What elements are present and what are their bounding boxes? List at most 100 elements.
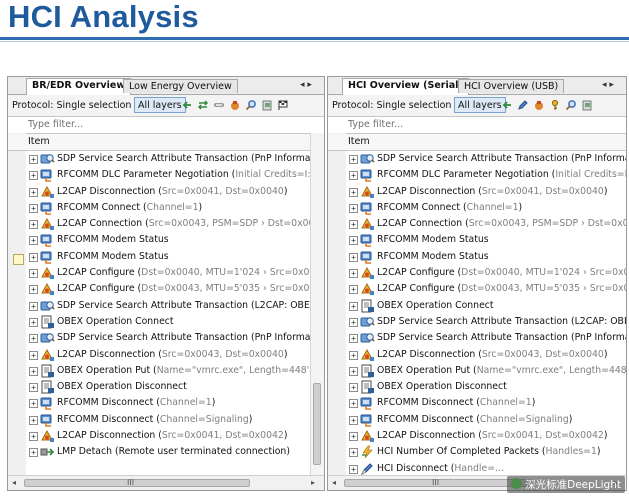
type-filter-input[interactable]: Type filter...: [8, 116, 324, 134]
expand-toggle-icon[interactable]: +: [29, 155, 38, 164]
protocol-dropdown[interactable]: Protocol: Single selection▼: [12, 99, 140, 112]
column-header-item[interactable]: Item: [328, 134, 626, 151]
scroll-right-icon[interactable]: ▸: [311, 478, 315, 487]
list-item[interactable]: + RFCOMM Modem Status: [346, 232, 626, 248]
list-item[interactable]: + HCI Number Of Completed Packets (Handle…: [346, 444, 626, 460]
list-item[interactable]: + SDP Service Search Attribute Transactio…: [26, 298, 310, 314]
tab-scroll-arrows[interactable]: ◂ ▸: [300, 80, 312, 91]
list-item[interactable]: + RFCOMM DLC Parameter Negotiation (Initi…: [346, 167, 626, 183]
list-item[interactable]: + RFCOMM Disconnect (Channel=Signaling): [26, 412, 310, 428]
list-item[interactable]: + OBEX Operation Connect: [26, 314, 310, 330]
expand-toggle-icon[interactable]: +: [29, 171, 38, 181]
list-item[interactable]: + L2CAP Disconnection (Src=0x0041, Dst=0x…: [346, 184, 626, 200]
expand-toggle-icon[interactable]: +: [349, 399, 358, 409]
expand-toggle-icon[interactable]: +: [349, 155, 358, 164]
expand-toggle-icon[interactable]: +: [29, 187, 38, 197]
list-item[interactable]: + SDP Service Search Attribute Transactio…: [346, 151, 626, 167]
list-item[interactable]: + HCI Disconnect (Handle=…: [346, 461, 626, 475]
list-item[interactable]: + L2CAP Disconnection (Src=0x0043, Dst=0x…: [26, 347, 310, 363]
tag-icon[interactable]: [533, 99, 545, 111]
export-icon[interactable]: [261, 99, 273, 111]
list-item[interactable]: + SDP Service Search Attribute Transactio…: [346, 330, 626, 346]
key-icon[interactable]: [549, 99, 561, 111]
swap-arrows-icon[interactable]: [197, 99, 209, 111]
vertical-scrollbar[interactable]: [310, 133, 324, 475]
expand-toggle-icon[interactable]: +: [349, 269, 358, 279]
list-item[interactable]: + OBEX Operation Put (Name="vmrc.exe", Le…: [346, 363, 626, 379]
search-icon[interactable]: [565, 99, 577, 111]
list-item[interactable]: + L2CAP Configure (Dst=0x0043, MTU=5'035 …: [26, 281, 310, 297]
list-item[interactable]: + L2CAP Configure (Dst=0x0043, MTU=5'035 …: [346, 281, 626, 297]
flag-icon[interactable]: [277, 99, 289, 111]
list-item[interactable]: + RFCOMM Disconnect (Channel=1): [346, 395, 626, 411]
expand-toggle-icon[interactable]: +: [349, 350, 358, 360]
note-marker[interactable]: [13, 254, 24, 265]
list-item[interactable]: + RFCOMM Modem Status: [346, 249, 626, 265]
back-arrow-icon[interactable]: [501, 99, 513, 111]
list-item[interactable]: + RFCOMM Connect (Channel=1): [346, 200, 626, 216]
pencil-icon[interactable]: [517, 99, 529, 111]
expand-toggle-icon[interactable]: +: [349, 203, 358, 213]
list-item[interactable]: + RFCOMM Disconnect (Channel=1): [26, 395, 310, 411]
list-item[interactable]: + RFCOMM Modem Status: [26, 249, 310, 265]
back-arrow-icon[interactable]: [181, 99, 193, 111]
protocol-dropdown[interactable]: Protocol: Single selection▼: [332, 99, 460, 112]
export-icon[interactable]: [581, 99, 593, 111]
expand-toggle-icon[interactable]: +: [349, 252, 358, 262]
expand-toggle-icon[interactable]: +: [29, 236, 38, 246]
expand-toggle-icon[interactable]: +: [349, 285, 358, 295]
list-item[interactable]: + OBEX Operation Put (Name="vmrc.exe", Le…: [26, 363, 310, 379]
horizontal-scrollbar[interactable]: ◂ III ▸: [8, 475, 324, 490]
scroll-left-icon[interactable]: ◂: [12, 478, 16, 487]
list-item[interactable]: + L2CAP Connection (Src=0x0043, PSM=SDP ›…: [346, 216, 626, 232]
tab-hci-overview-serial[interactable]: HCI Overview (Serial): [342, 78, 469, 95]
list-item[interactable]: + L2CAP Disconnection (Src=0x0041, Dst=0x…: [26, 184, 310, 200]
hscrollbar-thumb[interactable]: [24, 479, 250, 487]
link-icon[interactable]: [213, 99, 225, 111]
expand-toggle-icon[interactable]: +: [349, 220, 358, 230]
expand-toggle-icon[interactable]: +: [349, 464, 358, 474]
list-item[interactable]: + LMP Detach (Remote user terminated conn…: [26, 444, 310, 460]
list-item[interactable]: + L2CAP Disconnection (Src=0x0041, Dst=0x…: [346, 428, 626, 444]
tab-br-edr-overview[interactable]: BR/EDR Overview: [26, 78, 132, 95]
all-layers-button[interactable]: All layers: [134, 97, 186, 113]
list-item[interactable]: + OBEX Operation Connect: [346, 298, 626, 314]
expand-toggle-icon[interactable]: +: [29, 301, 38, 311]
expand-toggle-icon[interactable]: +: [29, 334, 38, 344]
type-filter-input[interactable]: Type filter...: [328, 116, 626, 134]
expand-toggle-icon[interactable]: +: [349, 171, 358, 181]
expand-toggle-icon[interactable]: +: [29, 399, 38, 409]
tab-hci-overview-usb[interactable]: HCI Overview (USB): [458, 79, 565, 93]
scrollbar-thumb[interactable]: [313, 383, 321, 465]
list-item[interactable]: + RFCOMM Modem Status: [26, 232, 310, 248]
expand-toggle-icon[interactable]: +: [29, 269, 38, 279]
list-item[interactable]: + RFCOMM DLC Parameter Negotiation (Initi…: [26, 167, 310, 183]
expand-toggle-icon[interactable]: +: [349, 187, 358, 197]
list-item[interactable]: + L2CAP Configure (Dst=0x0040, MTU=1'024 …: [346, 265, 626, 281]
expand-toggle-icon[interactable]: +: [29, 220, 38, 230]
expand-toggle-icon[interactable]: +: [29, 366, 38, 376]
tab-scroll-arrows[interactable]: ◂ ▸: [602, 80, 614, 91]
list-item[interactable]: + L2CAP Disconnection (Src=0x0041, Dst=0x…: [26, 428, 310, 444]
expand-toggle-icon[interactable]: +: [29, 448, 38, 458]
expand-toggle-icon[interactable]: +: [349, 432, 358, 442]
expand-toggle-icon[interactable]: +: [29, 350, 38, 360]
list-item[interactable]: + SDP Service Search Attribute Transactio…: [26, 330, 310, 346]
expand-toggle-icon[interactable]: +: [29, 432, 38, 442]
list-item[interactable]: + OBEX Operation Disconnect: [26, 379, 310, 395]
expand-toggle-icon[interactable]: +: [349, 383, 358, 393]
list-item[interactable]: + L2CAP Disconnection (Src=0x0043, Dst=0x…: [346, 347, 626, 363]
expand-toggle-icon[interactable]: +: [349, 301, 358, 311]
expand-toggle-icon[interactable]: +: [29, 415, 38, 425]
list-item[interactable]: + L2CAP Configure (Dst=0x0040, MTU=1'024 …: [26, 265, 310, 281]
list-item[interactable]: + SDP Service Search Attribute Transactio…: [26, 151, 310, 167]
list-item[interactable]: + OBEX Operation Disconnect: [346, 379, 626, 395]
all-layers-button[interactable]: All layers: [454, 97, 506, 113]
expand-toggle-icon[interactable]: +: [29, 252, 38, 262]
expand-toggle-icon[interactable]: +: [349, 236, 358, 246]
expand-toggle-icon[interactable]: +: [349, 334, 358, 344]
search-icon[interactable]: [245, 99, 257, 111]
expand-toggle-icon[interactable]: +: [349, 415, 358, 425]
expand-toggle-icon[interactable]: +: [29, 317, 38, 327]
list-item[interactable]: + L2CAP Connection (Src=0x0043, PSM=SDP ›…: [26, 216, 310, 232]
